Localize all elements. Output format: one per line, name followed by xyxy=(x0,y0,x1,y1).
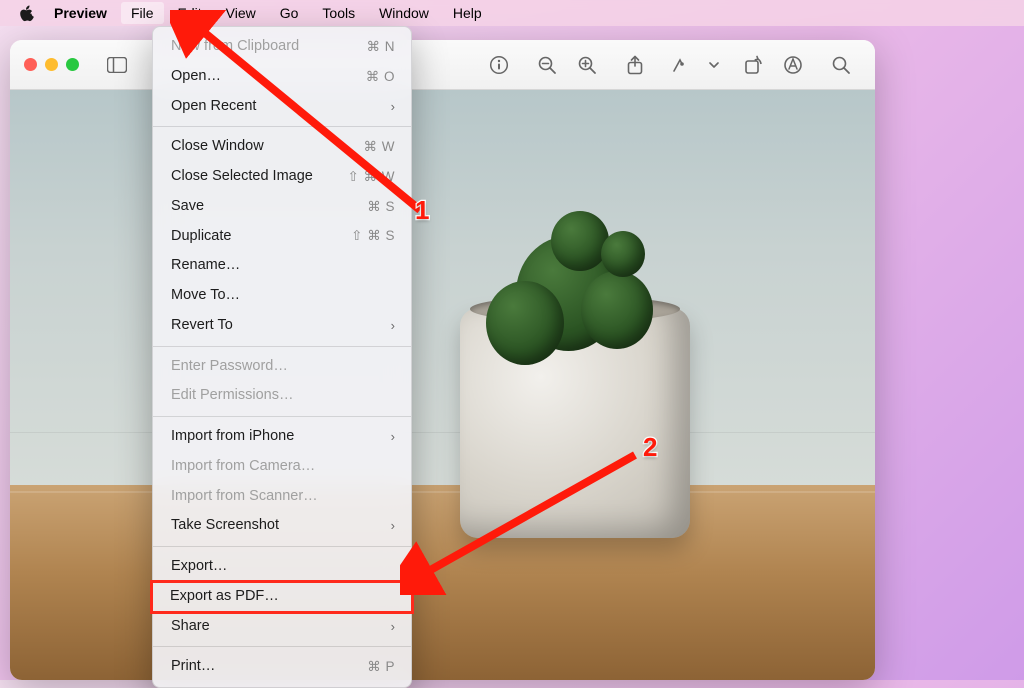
annotation-number-1: 1 xyxy=(415,195,429,226)
menu-item-shortcut: ⌘ S xyxy=(367,197,395,217)
menu-item-export[interactable]: Export… xyxy=(153,552,411,582)
menu-item-label: Take Screenshot xyxy=(171,515,385,537)
document-viewport xyxy=(10,90,875,680)
menu-item-label: Edit Permissions… xyxy=(171,385,395,407)
menu-item-label: Save xyxy=(171,196,367,218)
menubar-item-window[interactable]: Window xyxy=(369,2,439,24)
menu-item-export-as-pdf[interactable]: Export as PDF… xyxy=(152,582,412,612)
menu-item-label: Open… xyxy=(171,66,366,88)
menu-item-open[interactable]: Open… ⌘ O xyxy=(153,62,411,92)
menu-item-label: Move To… xyxy=(171,285,395,307)
menubar-item-tools[interactable]: Tools xyxy=(312,2,365,24)
chevron-right-icon: › xyxy=(391,427,395,447)
menu-item-close-selected-image[interactable]: Close Selected Image ⇧ ⌘ W xyxy=(153,162,411,192)
image-content xyxy=(10,90,875,680)
menu-item-label: Revert To xyxy=(171,315,385,337)
menubar-item-view[interactable]: View xyxy=(216,2,266,24)
menu-item-save[interactable]: Save ⌘ S xyxy=(153,192,411,222)
menu-item-label: Import from iPhone xyxy=(171,426,385,448)
menu-item-shortcut: ⌘ O xyxy=(366,67,395,87)
menu-item-open-recent[interactable]: Open Recent › xyxy=(153,92,411,122)
menu-item-import-from-scanner: Import from Scanner… xyxy=(153,482,411,512)
menu-item-duplicate[interactable]: Duplicate ⇧ ⌘ S xyxy=(153,222,411,252)
chevron-right-icon: › xyxy=(391,316,395,336)
annotate-icon[interactable] xyxy=(773,47,813,83)
chevron-right-icon: › xyxy=(391,516,395,536)
menu-item-label: Export… xyxy=(171,556,395,578)
menu-item-label: Duplicate xyxy=(171,226,351,248)
annotation-number-2: 2 xyxy=(643,432,657,463)
menu-item-enter-password: Enter Password… xyxy=(153,352,411,382)
window-traffic-lights xyxy=(24,58,79,71)
markup-chevron-icon[interactable] xyxy=(703,47,725,83)
apple-menu-icon[interactable] xyxy=(18,5,34,21)
menubar-item-file[interactable]: File xyxy=(121,2,164,24)
menu-item-print[interactable]: Print… ⌘ P xyxy=(153,652,411,682)
rotate-icon[interactable] xyxy=(733,47,773,83)
preview-window xyxy=(10,40,875,680)
menu-item-edit-permissions: Edit Permissions… xyxy=(153,381,411,411)
menubar-app-name[interactable]: Preview xyxy=(44,2,117,24)
zoom-out-icon[interactable] xyxy=(527,47,567,83)
menu-item-label: Share xyxy=(171,616,385,638)
menu-item-import-from-iphone[interactable]: Import from iPhone › xyxy=(153,422,411,452)
menu-item-label: Export as PDF… xyxy=(170,586,396,608)
window-minimize-button[interactable] xyxy=(45,58,58,71)
menu-item-shortcut: ⌘ W xyxy=(364,137,396,157)
menu-item-label: Import from Camera… xyxy=(171,456,395,478)
menu-item-label: Close Window xyxy=(171,136,364,158)
menu-item-move-to[interactable]: Move To… xyxy=(153,281,411,311)
zoom-in-icon[interactable] xyxy=(567,47,607,83)
chevron-right-icon: › xyxy=(391,97,395,117)
menu-item-label: Close Selected Image xyxy=(171,166,347,188)
window-zoom-button[interactable] xyxy=(66,58,79,71)
menu-item-label: Enter Password… xyxy=(171,356,395,378)
menubar: Preview File Edit View Go Tools Window H… xyxy=(0,0,1024,26)
chevron-right-icon: › xyxy=(391,617,395,637)
menu-item-label: Import from Scanner… xyxy=(171,486,395,508)
menu-item-label: Open Recent xyxy=(171,96,385,118)
menu-item-shortcut: ⇧ ⌘ S xyxy=(351,226,395,246)
menu-item-revert-to[interactable]: Revert To › xyxy=(153,311,411,341)
menubar-item-edit[interactable]: Edit xyxy=(168,2,212,24)
sidebar-toggle-icon[interactable] xyxy=(97,47,137,83)
menubar-item-go[interactable]: Go xyxy=(270,2,309,24)
window-close-button[interactable] xyxy=(24,58,37,71)
menu-item-close-window[interactable]: Close Window ⌘ W xyxy=(153,132,411,162)
menu-item-take-screenshot[interactable]: Take Screenshot › xyxy=(153,511,411,541)
window-titlebar xyxy=(10,40,875,90)
menu-item-label: Rename… xyxy=(171,255,395,277)
menu-item-shortcut: ⇧ ⌘ W xyxy=(347,167,395,187)
share-icon[interactable] xyxy=(615,47,655,83)
menu-item-rename[interactable]: Rename… xyxy=(153,251,411,281)
file-menu-dropdown: New from Clipboard ⌘ N Open… ⌘ O Open Re… xyxy=(152,26,412,688)
menu-item-import-from-camera: Import from Camera… xyxy=(153,452,411,482)
menu-item-new-from-clipboard: New from Clipboard ⌘ N xyxy=(153,32,411,62)
menu-item-shortcut: ⌘ P xyxy=(367,657,395,677)
search-icon[interactable] xyxy=(821,47,861,83)
menu-item-label: Print… xyxy=(171,656,367,678)
markup-icon[interactable] xyxy=(663,47,703,83)
menubar-item-help[interactable]: Help xyxy=(443,2,492,24)
menu-item-shortcut: ⌘ N xyxy=(367,37,396,57)
info-icon[interactable] xyxy=(479,47,519,83)
menu-item-label: New from Clipboard xyxy=(171,36,367,58)
menu-item-share[interactable]: Share › xyxy=(153,612,411,642)
